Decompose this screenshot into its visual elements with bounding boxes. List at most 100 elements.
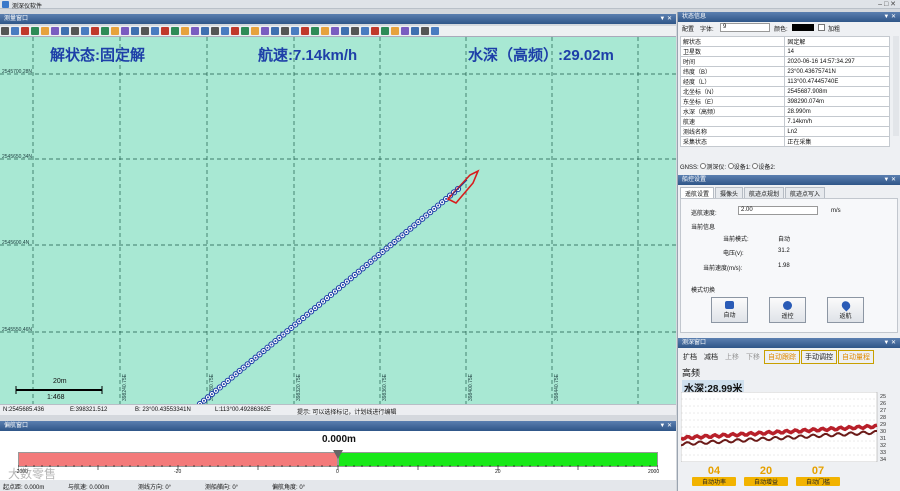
export-icon[interactable] [171, 27, 179, 35]
sounder-control[interactable]: 04 自动功率 [692, 465, 736, 486]
sounder-tab[interactable]: 上移 [722, 351, 742, 363]
chart-icon[interactable] [161, 27, 169, 35]
track-point-center [389, 244, 392, 247]
tick-label: 0 [336, 469, 339, 475]
export-icon[interactable] [401, 27, 409, 35]
window-controls[interactable]: – □ ✕ [878, 0, 896, 8]
camera-icon[interactable] [421, 27, 429, 35]
sounder-tab[interactable]: 手动调控 [801, 350, 837, 364]
chart-icon[interactable] [391, 27, 399, 35]
track-point-center [433, 207, 436, 210]
color-swatch[interactable] [792, 24, 814, 31]
marker-icon[interactable] [91, 27, 99, 35]
status-row: 解状态 固定解 [679, 36, 890, 47]
ship-heading: 测船艏向: 0° [205, 485, 239, 491]
depth-scale-label: 30 [880, 429, 886, 435]
arrow-icon[interactable] [381, 27, 389, 35]
track-point-center [357, 270, 360, 273]
layer-icon[interactable] [311, 27, 319, 35]
marker-icon[interactable] [321, 27, 329, 35]
status-key: 经度（L） [679, 76, 786, 87]
control-label[interactable]: 自动功率 [692, 477, 736, 486]
save-icon[interactable] [51, 27, 59, 35]
info-icon[interactable] [201, 27, 209, 35]
close-icon[interactable]: ▼ ✕ [883, 175, 896, 185]
print-icon[interactable] [181, 27, 189, 35]
sounder-tab[interactable]: 减档 [701, 351, 721, 363]
ruler-icon[interactable] [141, 27, 149, 35]
zoom-icon[interactable] [251, 27, 259, 35]
zoom-icon[interactable] [21, 27, 29, 35]
track-point-center [337, 287, 340, 290]
font-size-select[interactable]: 9 [720, 23, 770, 32]
close-icon[interactable]: ▼ ✕ [659, 421, 672, 431]
close-icon[interactable]: ▼ ✕ [659, 14, 672, 24]
grid-icon[interactable] [71, 27, 79, 35]
add-icon[interactable] [271, 27, 279, 35]
depth-scale-label: 26 [880, 401, 886, 407]
save-icon[interactable] [281, 27, 289, 35]
x-tick-label: 398320.75E [296, 373, 302, 401]
auto-mode-button[interactable]: 自动 [711, 297, 748, 323]
help-icon[interactable] [221, 27, 229, 35]
control-label[interactable]: 自动增益 [744, 477, 788, 486]
return-mode-label: 返航 [839, 314, 852, 320]
layer-icon[interactable] [81, 27, 89, 35]
grid-icon[interactable] [301, 27, 309, 35]
sounder-control[interactable]: 20 自动增益 [744, 465, 788, 486]
target-icon[interactable] [31, 27, 39, 35]
camera-icon[interactable] [191, 27, 199, 35]
open-icon[interactable] [1, 27, 9, 35]
sounder-control[interactable]: 07 自动门槛 [796, 465, 840, 486]
lock-icon[interactable] [211, 27, 219, 35]
target-icon[interactable] [261, 27, 269, 35]
measure-icon[interactable] [61, 27, 69, 35]
track-point-center [445, 197, 448, 200]
survey-map[interactable]: 2545700.28N 2545650.34N 2545600.4N 2545550.… [0, 37, 676, 404]
track-icon[interactable] [351, 27, 359, 35]
survey-window-tab[interactable]: 测量窗口 [4, 16, 28, 22]
settings-icon[interactable] [361, 27, 369, 35]
cruise-speed-input[interactable]: 2.00 [738, 206, 818, 215]
ruler-icon[interactable] [371, 27, 379, 35]
sounder-tab[interactable]: 下移 [743, 351, 763, 363]
line-icon[interactable] [101, 27, 109, 35]
pan-icon[interactable] [11, 27, 19, 35]
control-label[interactable]: 自动门槛 [796, 477, 840, 486]
sounder-controls: 04 自动功率 20 自动增益 07 自动门槛 [678, 465, 900, 491]
remote-mode-button[interactable]: 遥控 [769, 297, 806, 323]
point-icon[interactable] [341, 27, 349, 35]
line-icon[interactable] [331, 27, 339, 35]
latitude: B: 23°00.43553341N [135, 407, 191, 413]
deviation-pointer-icon [333, 450, 343, 459]
track-point-center [429, 211, 432, 214]
watermark: 大数零售 [8, 467, 57, 481]
open-icon[interactable] [231, 27, 239, 35]
pan-icon[interactable] [241, 27, 249, 35]
scrollbar[interactable] [893, 36, 899, 136]
arrow-icon[interactable] [151, 27, 159, 35]
close-icon[interactable]: ▼ ✕ [883, 338, 896, 348]
track-point-center [405, 231, 408, 233]
status-key: 卫星数 [679, 46, 786, 57]
bold-checkbox[interactable] [818, 24, 825, 31]
return-mode-button[interactable]: 返航 [827, 297, 864, 323]
info-icon[interactable] [431, 27, 439, 35]
track-point-center [349, 277, 352, 280]
close-icon[interactable]: ▼ ✕ [883, 12, 896, 22]
track-point-center [258, 353, 261, 356]
map-canvas[interactable]: 2545700.28N 2545650.34N 2545600.4N 2545550.… [0, 37, 676, 404]
track-point-center [409, 227, 412, 230]
gnss-row: GNSS: 测深仪: 设备1: 设备2: [680, 162, 898, 171]
print-icon[interactable] [411, 27, 419, 35]
track-icon[interactable] [121, 27, 129, 35]
point-icon[interactable] [111, 27, 119, 35]
control-tabs: 遥航设置 摄像头 航迹点规划 航迹点写入 [680, 187, 898, 200]
measure-icon[interactable] [291, 27, 299, 35]
settings-icon[interactable] [131, 27, 139, 35]
track-point-center [270, 343, 273, 346]
sounder-tab[interactable]: 自动量程 [838, 350, 874, 364]
add-icon[interactable] [41, 27, 49, 35]
sounder-tab[interactable]: 扩档 [680, 351, 700, 363]
sounder-tab[interactable]: 自动跟踪 [764, 350, 800, 364]
